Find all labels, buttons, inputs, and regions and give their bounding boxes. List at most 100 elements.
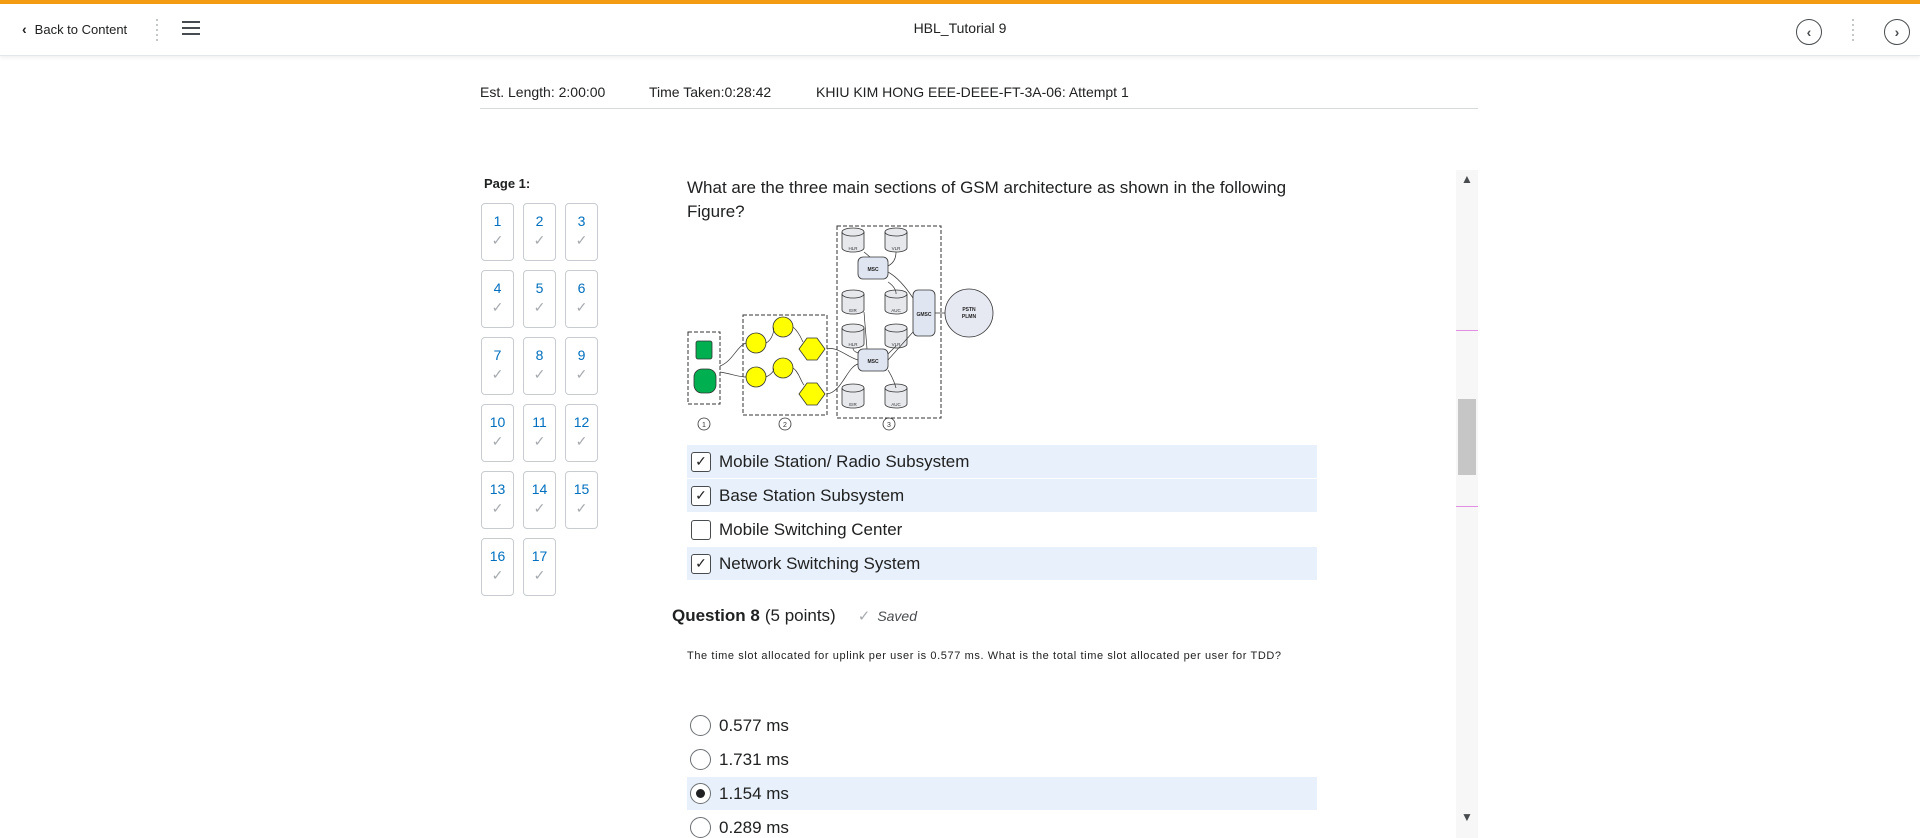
content-scrollbar[interactable]: ▲ ▼ — [1456, 170, 1478, 838]
question-number: 16 — [489, 548, 506, 564]
question-nav-item-16[interactable]: 16 ✓ — [481, 538, 514, 596]
check-icon: ✓ — [491, 232, 504, 248]
attempt-info: KHIU KIM HONG EEE-DEEE-FT-3A-06: Attempt… — [816, 84, 1129, 100]
check-icon: ✓ — [533, 299, 546, 315]
q8-option-2[interactable]: 1.731 ms — [687, 743, 1317, 776]
question-nav-item-12[interactable]: 12 ✓ — [565, 404, 598, 462]
bsc-node — [798, 382, 826, 406]
question-number: 5 — [535, 280, 544, 296]
question-nav-item-2[interactable]: 2 ✓ — [523, 203, 556, 261]
bts-node — [745, 332, 767, 354]
q7-option-4[interactable]: ✓ Network Switching System — [687, 547, 1317, 580]
check-icon: ✓ — [533, 567, 546, 583]
radio-selected-dot — [696, 789, 705, 798]
scroll-marker — [1456, 330, 1478, 331]
option-label: 0.577 ms — [719, 715, 789, 735]
check-icon: ✓ — [491, 567, 504, 583]
check-icon: ✓ — [695, 453, 707, 469]
question-nav-item-1[interactable]: 1 ✓ — [481, 203, 514, 261]
check-icon: ✓ — [491, 433, 504, 449]
q7-option-3[interactable]: Mobile Switching Center — [687, 513, 1317, 546]
question-nav-item-14[interactable]: 14 ✓ — [523, 471, 556, 529]
scroll-marker — [1456, 506, 1478, 507]
back-to-content-link[interactable]: ‹ Back to Content — [22, 21, 127, 37]
svg-text:GMSC: GMSC — [917, 312, 932, 318]
chevron-right-icon: › — [1894, 24, 1900, 40]
question-8-points: (5 points) — [764, 606, 836, 625]
question-number: 4 — [493, 280, 502, 296]
svg-text:2: 2 — [783, 422, 787, 429]
question-nav-item-11[interactable]: 11 ✓ — [523, 404, 556, 462]
check-icon: ✓ — [575, 366, 588, 382]
question-nav-item-5[interactable]: 5 ✓ — [523, 270, 556, 328]
question-nav-item-7[interactable]: 7 ✓ — [481, 337, 514, 395]
check-icon: ✓ — [533, 500, 546, 516]
question-nav-item-15[interactable]: 15 ✓ — [565, 471, 598, 529]
option-label: Mobile Station/ Radio Subsystem — [719, 451, 970, 471]
question-number: 15 — [573, 481, 590, 497]
svg-text:1: 1 — [702, 422, 706, 429]
previous-page-button[interactable]: ‹ — [1796, 19, 1822, 45]
question-7-text: What are the three main sections of GSM … — [687, 178, 1287, 221]
bts-node — [772, 316, 794, 338]
checkbox[interactable]: ✓ — [691, 451, 711, 472]
svg-text:AUC: AUC — [891, 402, 901, 407]
question-nav-item-3[interactable]: 3 ✓ — [565, 203, 598, 261]
menu-icon[interactable] — [182, 21, 200, 35]
question-number: 6 — [577, 280, 586, 296]
question-8-header: Question 8 (5 points) ✓ Saved — [672, 606, 917, 626]
q7-option-1[interactable]: ✓ Mobile Station/ Radio Subsystem — [687, 445, 1317, 478]
question-nav-item-8[interactable]: 8 ✓ — [523, 337, 556, 395]
saved-label: Saved — [877, 608, 918, 624]
svg-text:AUC: AUC — [891, 308, 901, 313]
bts-node — [772, 357, 794, 379]
svg-text:3: 3 — [887, 422, 891, 429]
q7-option-2[interactable]: ✓ Base Station Subsystem — [687, 479, 1317, 512]
q8-option-1[interactable]: 0.577 ms — [687, 709, 1317, 742]
question-nav-item-10[interactable]: 10 ✓ — [481, 404, 514, 462]
svg-text:VLR: VLR — [892, 246, 902, 251]
question-number: 9 — [577, 347, 586, 363]
radio-button[interactable] — [690, 783, 711, 804]
svg-text:VLR: VLR — [892, 342, 902, 347]
radio-button[interactable] — [690, 749, 711, 770]
q8-option-3[interactable]: 1.154 ms — [687, 777, 1317, 810]
check-icon: ✓ — [575, 433, 588, 449]
svg-text:EIR: EIR — [849, 402, 857, 407]
scroll-down-arrow-icon[interactable]: ▼ — [1456, 810, 1478, 826]
question-number: 17 — [531, 548, 548, 564]
question-number: 7 — [493, 347, 502, 363]
question-nav-item-17[interactable]: 17 ✓ — [523, 538, 556, 596]
scroll-up-arrow-icon[interactable]: ▲ — [1456, 172, 1478, 188]
check-icon: ✓ — [491, 366, 504, 382]
question-number: 12 — [573, 414, 590, 430]
question-nav-item-6[interactable]: 6 ✓ — [565, 270, 598, 328]
quiz-content: What are the three main sections of GSM … — [672, 170, 1457, 838]
radio-button[interactable] — [690, 817, 711, 838]
checkbox[interactable] — [691, 519, 711, 540]
q8-option-4[interactable]: 0.289 ms — [687, 811, 1317, 838]
check-icon: ✓ — [533, 232, 546, 248]
divider-dots — [155, 19, 159, 41]
back-label: Back to Content — [34, 21, 128, 37]
gsm-architecture-figure: HLR VLR EIR AUC HLR VLR EIR AUC MSC MSC … — [687, 225, 994, 431]
check-icon: ✓ — [575, 232, 588, 248]
question-nav-item-4[interactable]: 4 ✓ — [481, 270, 514, 328]
checkbox[interactable]: ✓ — [691, 553, 711, 574]
question-number: 14 — [531, 481, 548, 497]
checkbox[interactable]: ✓ — [691, 485, 711, 506]
radio-button[interactable] — [690, 715, 711, 736]
check-icon: ✓ — [695, 487, 707, 503]
check-icon: ✓ — [491, 299, 504, 315]
option-label: 1.731 ms — [719, 749, 789, 769]
quiz-info-bar: Est. Length: 2:00:00 Time Taken:0:28:42 … — [480, 82, 1478, 109]
question-nav-item-9[interactable]: 9 ✓ — [565, 337, 598, 395]
check-icon: ✓ — [491, 500, 504, 516]
next-page-button[interactable]: › — [1884, 19, 1910, 45]
question-nav-item-13[interactable]: 13 ✓ — [481, 471, 514, 529]
mobile-phone-icon — [695, 340, 713, 360]
check-icon: ✓ — [575, 299, 588, 315]
scroll-thumb[interactable] — [1458, 399, 1476, 475]
question-number: 10 — [489, 414, 506, 430]
question-number: 2 — [535, 213, 544, 229]
